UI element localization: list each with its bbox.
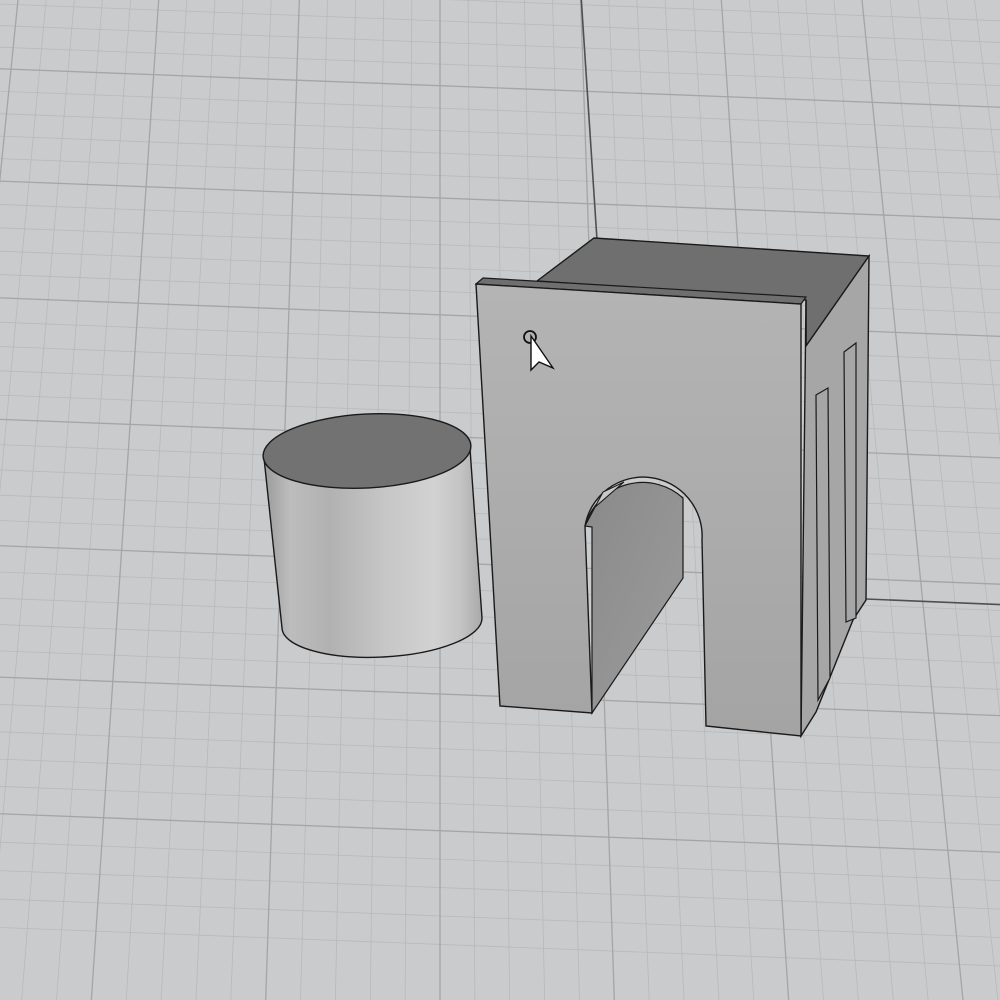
grid-major-line [0, 0, 19, 185]
block-rib-2[interactable] [843, 341, 857, 623]
grid-minor-line [447, 0, 1000, 22]
grid-minor-line [0, 25, 1000, 65]
cylinder-object[interactable] [261, 409, 483, 659]
3d-viewport[interactable] [0, 0, 1000, 1000]
grid-minor-line [0, 46, 1000, 87]
grid-minor-line [21, 0, 103, 1000]
grid-minor-line [974, 0, 1000, 203]
grid-minor-line [0, 0, 47, 494]
arch-block-object[interactable] [474, 237, 871, 739]
grid-minor-line [0, 927, 1000, 967]
grid-minor-line [0, 870, 1000, 910]
grid-minor-line [0, 841, 1000, 882]
grid-axis-x [865, 598, 1000, 606]
block-rib-1[interactable] [815, 386, 831, 703]
grid-minor-line [0, 3, 1000, 43]
grid-minor-line [0, 158, 1000, 198]
grid-minor-line [0, 204, 1000, 244]
block-arch-inner[interactable] [584, 481, 684, 715]
viewport-canvas[interactable] [0, 0, 1000, 1000]
grid-minor-line [0, 898, 1000, 938]
grid-major-line [90, 0, 160, 1000]
grid-major-line [0, 180, 1000, 221]
grid-major-line [0, 68, 1000, 108]
grid-minor-line [0, 0, 75, 854]
